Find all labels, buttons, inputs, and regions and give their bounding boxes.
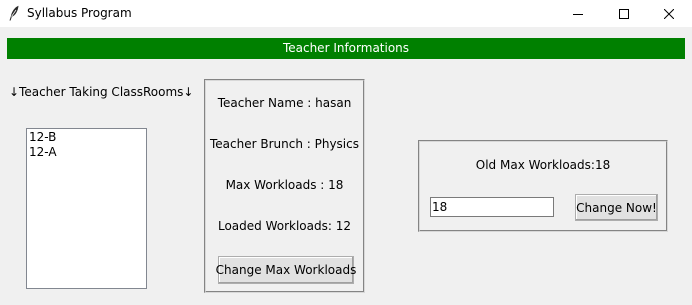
feather-icon xyxy=(8,5,20,21)
teacher-info-frame: Teacher Name : hasan Teacher Brunch : Ph… xyxy=(204,79,365,293)
classrooms-label: ↓Teacher Taking ClassRooms↓ xyxy=(9,85,194,99)
old-max-workloads-label: Old Max Workloads:18 xyxy=(475,158,611,172)
close-icon xyxy=(664,8,674,19)
maximize-button[interactable] xyxy=(601,0,647,27)
teacher-name-label: Teacher Name : hasan xyxy=(217,96,352,110)
change-now-button[interactable]: Change Now! xyxy=(575,194,658,221)
update-workload-frame: Old Max Workloads:18 Change Now! xyxy=(418,140,668,232)
teacher-branch-label: Teacher Brunch : Physics xyxy=(210,137,359,151)
list-item[interactable]: 12-B xyxy=(28,130,146,145)
maximize-icon xyxy=(619,8,629,19)
max-workloads-input[interactable] xyxy=(430,197,554,217)
max-workloads-label: Max Workloads : 18 xyxy=(225,178,344,192)
close-button[interactable] xyxy=(646,0,692,27)
classrooms-listbox[interactable]: 12-B 12-A xyxy=(26,128,147,289)
list-item[interactable]: 12-A xyxy=(28,145,146,160)
change-max-workloads-button[interactable]: Change Max Workloads xyxy=(216,256,356,284)
title-bar[interactable]: Syllabus Program xyxy=(0,0,692,27)
header-bar: Teacher Informations xyxy=(7,38,685,59)
window-title: Syllabus Program xyxy=(27,6,132,20)
loaded-workloads-label: Loaded Workloads: 12 xyxy=(217,219,351,233)
minimize-icon xyxy=(573,13,583,15)
minimize-button[interactable] xyxy=(555,0,601,27)
